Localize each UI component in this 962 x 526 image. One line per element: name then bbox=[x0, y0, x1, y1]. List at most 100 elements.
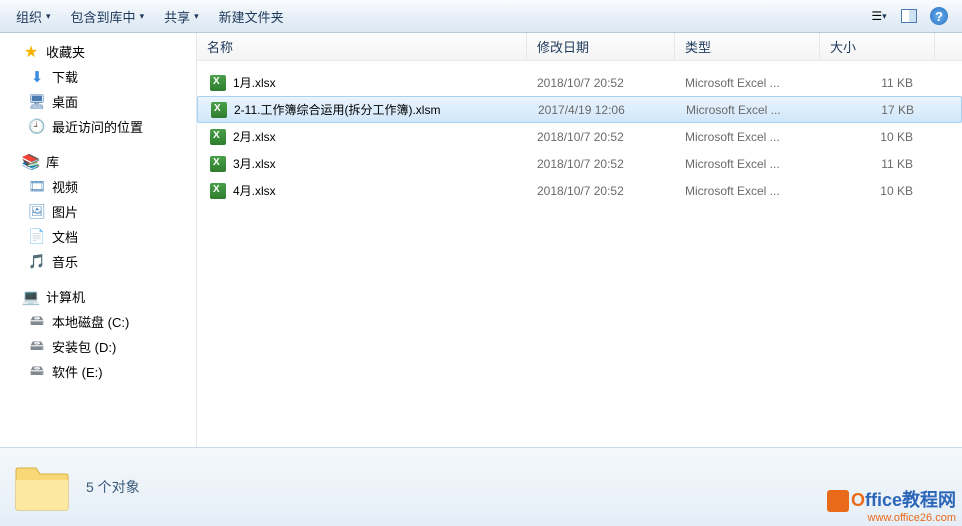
sidebar-item-downloads[interactable]: ⬇ 下载 bbox=[0, 64, 196, 89]
sidebar-item-pictures[interactable]: 🖼 图片 bbox=[0, 199, 196, 224]
file-row[interactable]: 2月.xlsx 2018/10/7 20:52 Microsoft Excel … bbox=[197, 123, 962, 150]
file-list: 1月.xlsx 2018/10/7 20:52 Microsoft Excel … bbox=[197, 61, 962, 447]
file-date: 2018/10/7 20:52 bbox=[527, 184, 675, 198]
label: 桌面 bbox=[52, 92, 78, 111]
computer-icon: 💻 bbox=[22, 288, 40, 306]
include-label: 包含到库中 bbox=[71, 7, 136, 26]
label: 本地磁盘 (C:) bbox=[52, 312, 129, 331]
sidebar-item-favorites[interactable]: ★ 收藏夹 bbox=[0, 39, 196, 64]
new-folder-button[interactable]: 新建文件夹 bbox=[211, 5, 292, 28]
download-icon: ⬇ bbox=[28, 68, 46, 86]
view-list-icon: ☰ bbox=[871, 9, 882, 23]
watermark-url: www.office26.com bbox=[827, 512, 956, 524]
libraries-section: 📚 库 🎞视频 🖼 图片 📄 文档 🎵 音乐 bbox=[0, 149, 196, 274]
file-size: 10 KB bbox=[820, 130, 935, 144]
star-icon: ★ bbox=[22, 43, 40, 61]
favorites-label: 收藏夹 bbox=[46, 42, 85, 61]
drive-icon: 🖴 bbox=[28, 363, 46, 381]
label: 安装包 (D:) bbox=[52, 337, 116, 356]
column-headers: 名称 修改日期 类型 大小 bbox=[197, 33, 962, 61]
share-label: 共享 bbox=[164, 7, 190, 26]
excel-icon bbox=[210, 101, 228, 119]
file-date: 2018/10/7 20:52 bbox=[527, 157, 675, 171]
file-content-pane: 名称 修改日期 类型 大小 1月.xlsx 2018/10/7 20:52 Mi… bbox=[197, 33, 962, 447]
excel-icon bbox=[209, 74, 227, 92]
file-type: Microsoft Excel ... bbox=[676, 103, 821, 117]
label: 图片 bbox=[52, 202, 78, 221]
sidebar-item-desktop[interactable]: 🖥 桌面 bbox=[0, 89, 196, 114]
sidebar-item-recent[interactable]: 🕘最近访问的位置 bbox=[0, 114, 196, 139]
toolbar: 组织 包含到库中 共享 新建文件夹 ☰▾ ? bbox=[0, 0, 962, 33]
drive-icon: 🖴 bbox=[28, 338, 46, 356]
watermark: Office教程网 www.office26.com bbox=[827, 486, 956, 524]
sidebar-item-music[interactable]: 🎵 音乐 bbox=[0, 249, 196, 274]
excel-icon bbox=[209, 182, 227, 200]
file-date: 2018/10/7 20:52 bbox=[527, 130, 675, 144]
view-mode-button[interactable]: ☰▾ bbox=[868, 5, 890, 27]
expand-icon[interactable] bbox=[8, 46, 20, 58]
chevron-down-icon: ▾ bbox=[882, 11, 887, 22]
desktop-icon: 🖥 bbox=[28, 93, 46, 111]
excel-icon bbox=[209, 128, 227, 146]
label: 文档 bbox=[52, 227, 78, 246]
preview-pane-button[interactable] bbox=[898, 5, 920, 27]
label: 音乐 bbox=[52, 252, 78, 271]
label: 最近访问的位置 bbox=[52, 117, 143, 136]
picture-icon: 🖼 bbox=[28, 203, 46, 221]
sidebar-item-drive-d[interactable]: 🖴 安装包 (D:) bbox=[0, 334, 196, 359]
column-header-name[interactable]: 名称 bbox=[197, 33, 527, 60]
new-folder-label: 新建文件夹 bbox=[219, 7, 284, 26]
sidebar-item-documents[interactable]: 📄 文档 bbox=[0, 224, 196, 249]
status-bar: 5 个对象 Office教程网 www.office26.com bbox=[0, 447, 962, 526]
file-date: 2018/10/7 20:52 bbox=[527, 76, 675, 90]
column-header-type[interactable]: 类型 bbox=[675, 33, 820, 60]
expand-icon[interactable] bbox=[8, 156, 20, 168]
file-name: 2月.xlsx bbox=[233, 128, 276, 145]
help-button[interactable]: ? bbox=[928, 5, 950, 27]
file-type: Microsoft Excel ... bbox=[675, 157, 820, 171]
music-icon: 🎵 bbox=[28, 253, 46, 271]
file-size: 11 KB bbox=[820, 157, 935, 171]
file-name: 4月.xlsx bbox=[233, 182, 276, 199]
file-type: Microsoft Excel ... bbox=[675, 184, 820, 198]
help-icon: ? bbox=[930, 7, 948, 25]
document-icon: 📄 bbox=[28, 228, 46, 246]
favorites-section: ★ 收藏夹 ⬇ 下载 🖥 桌面 🕘最近访问的位置 bbox=[0, 39, 196, 139]
sidebar-item-drive-e[interactable]: 🖴 软件 (E:) bbox=[0, 359, 196, 384]
drive-icon: 🖴 bbox=[28, 313, 46, 331]
expand-icon[interactable] bbox=[8, 291, 20, 303]
watermark-logo-icon bbox=[827, 490, 849, 512]
file-type: Microsoft Excel ... bbox=[675, 130, 820, 144]
preview-pane-icon bbox=[901, 9, 917, 23]
sidebar-item-videos[interactable]: 🎞视频 bbox=[0, 174, 196, 199]
label: 软件 (E:) bbox=[52, 362, 103, 381]
excel-icon bbox=[209, 155, 227, 173]
folder-large-icon bbox=[14, 462, 70, 512]
include-in-library-menu[interactable]: 包含到库中 bbox=[63, 5, 153, 28]
status-text: 5 个对象 bbox=[86, 477, 140, 497]
computer-label: 计算机 bbox=[46, 287, 85, 306]
column-header-size[interactable]: 大小 bbox=[820, 33, 935, 60]
computer-section: 💻 计算机 🖴 本地磁盘 (C:) 🖴 安装包 (D:) 🖴 软件 (E:) bbox=[0, 284, 196, 384]
file-name: 3月.xlsx bbox=[233, 155, 276, 172]
share-menu[interactable]: 共享 bbox=[156, 5, 207, 28]
organize-label: 组织 bbox=[16, 7, 42, 26]
main-area: ★ 收藏夹 ⬇ 下载 🖥 桌面 🕘最近访问的位置 📚 库 🎞视频 🖼 图片 📄 文档 🎵… bbox=[0, 33, 962, 447]
file-row[interactable]: 3月.xlsx 2018/10/7 20:52 Microsoft Excel … bbox=[197, 150, 962, 177]
file-name: 2-11.工作簿综合运用(拆分工作簿).xlsm bbox=[234, 101, 440, 118]
file-row[interactable]: 2-11.工作簿综合运用(拆分工作簿).xlsm 2017/4/19 12:06… bbox=[197, 96, 962, 123]
file-type: Microsoft Excel ... bbox=[675, 76, 820, 90]
sidebar-item-computer[interactable]: 💻 计算机 bbox=[0, 284, 196, 309]
sidebar-item-libraries[interactable]: 📚 库 bbox=[0, 149, 196, 174]
file-date: 2017/4/19 12:06 bbox=[528, 103, 676, 117]
file-size: 11 KB bbox=[820, 76, 935, 90]
file-row[interactable]: 1月.xlsx 2018/10/7 20:52 Microsoft Excel … bbox=[197, 69, 962, 96]
video-icon: 🎞 bbox=[28, 178, 46, 196]
label: 下载 bbox=[52, 67, 78, 86]
libraries-label: 库 bbox=[46, 152, 59, 171]
file-name: 1月.xlsx bbox=[233, 74, 276, 91]
organize-menu[interactable]: 组织 bbox=[8, 5, 59, 28]
file-row[interactable]: 4月.xlsx 2018/10/7 20:52 Microsoft Excel … bbox=[197, 177, 962, 204]
column-header-date[interactable]: 修改日期 bbox=[527, 33, 675, 60]
sidebar-item-drive-c[interactable]: 🖴 本地磁盘 (C:) bbox=[0, 309, 196, 334]
